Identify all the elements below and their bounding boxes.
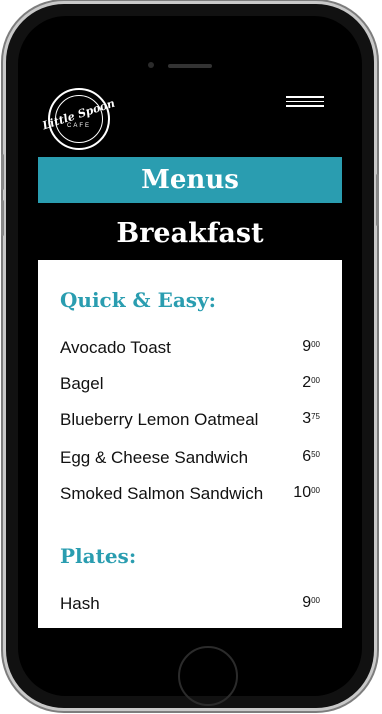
hamburger-line: [286, 96, 324, 98]
menu-item[interactable]: Hash 900: [60, 594, 320, 620]
menu-item-price: 900: [302, 594, 320, 611]
menu-item-price: 375: [302, 410, 320, 427]
group-heading-plates: Plates:: [60, 544, 137, 568]
power-button: [376, 174, 379, 226]
phone-screen: Little Spoon CAFE Menus Breakfast Quick …: [38, 70, 342, 628]
menu-item[interactable]: Blueberry Lemon Oatmeal 375: [60, 410, 320, 436]
earpiece-speaker: [168, 64, 212, 68]
group-heading-quick-easy: Quick & Easy:: [60, 288, 217, 312]
menu-item[interactable]: Avocado Toast 900: [60, 338, 320, 364]
menu-content: Quick & Easy: Avocado Toast 900 Bagel 20…: [38, 260, 342, 628]
front-camera: [148, 62, 154, 68]
menu-item[interactable]: Egg & Cheese Sandwich 650: [60, 448, 320, 474]
home-button[interactable]: [178, 646, 238, 706]
banner-title: Menus: [141, 165, 239, 195]
menu-item[interactable]: Bagel 200: [60, 374, 320, 400]
menu-item-price: 200: [302, 374, 320, 391]
menu-item-price: 1000: [293, 484, 320, 501]
cafe-logo[interactable]: Little Spoon CAFE: [41, 88, 117, 150]
menu-item-name: Hash: [60, 594, 100, 613]
menu-item-name: Blueberry Lemon Oatmeal: [60, 410, 259, 429]
hamburger-menu-icon[interactable]: [286, 96, 324, 108]
menu-item-price: 650: [302, 448, 320, 465]
hamburger-line: [286, 105, 324, 107]
menu-item[interactable]: Smoked Salmon Sandwich 1000: [60, 484, 320, 510]
menu-item-name: Egg & Cheese Sandwich: [60, 448, 249, 467]
menu-item-price: 900: [302, 338, 320, 355]
section-title-text: Breakfast: [116, 217, 264, 249]
menu-item-name: Bagel: [60, 374, 104, 393]
volume-down-button: [1, 200, 4, 236]
volume-up-button: [1, 154, 4, 190]
hamburger-line: [286, 100, 324, 102]
menu-item-name: Avocado Toast: [60, 338, 171, 357]
menus-banner: Menus: [38, 157, 342, 203]
section-title: Breakfast: [38, 208, 342, 258]
menu-item-name: Smoked Salmon Sandwich: [60, 484, 264, 503]
